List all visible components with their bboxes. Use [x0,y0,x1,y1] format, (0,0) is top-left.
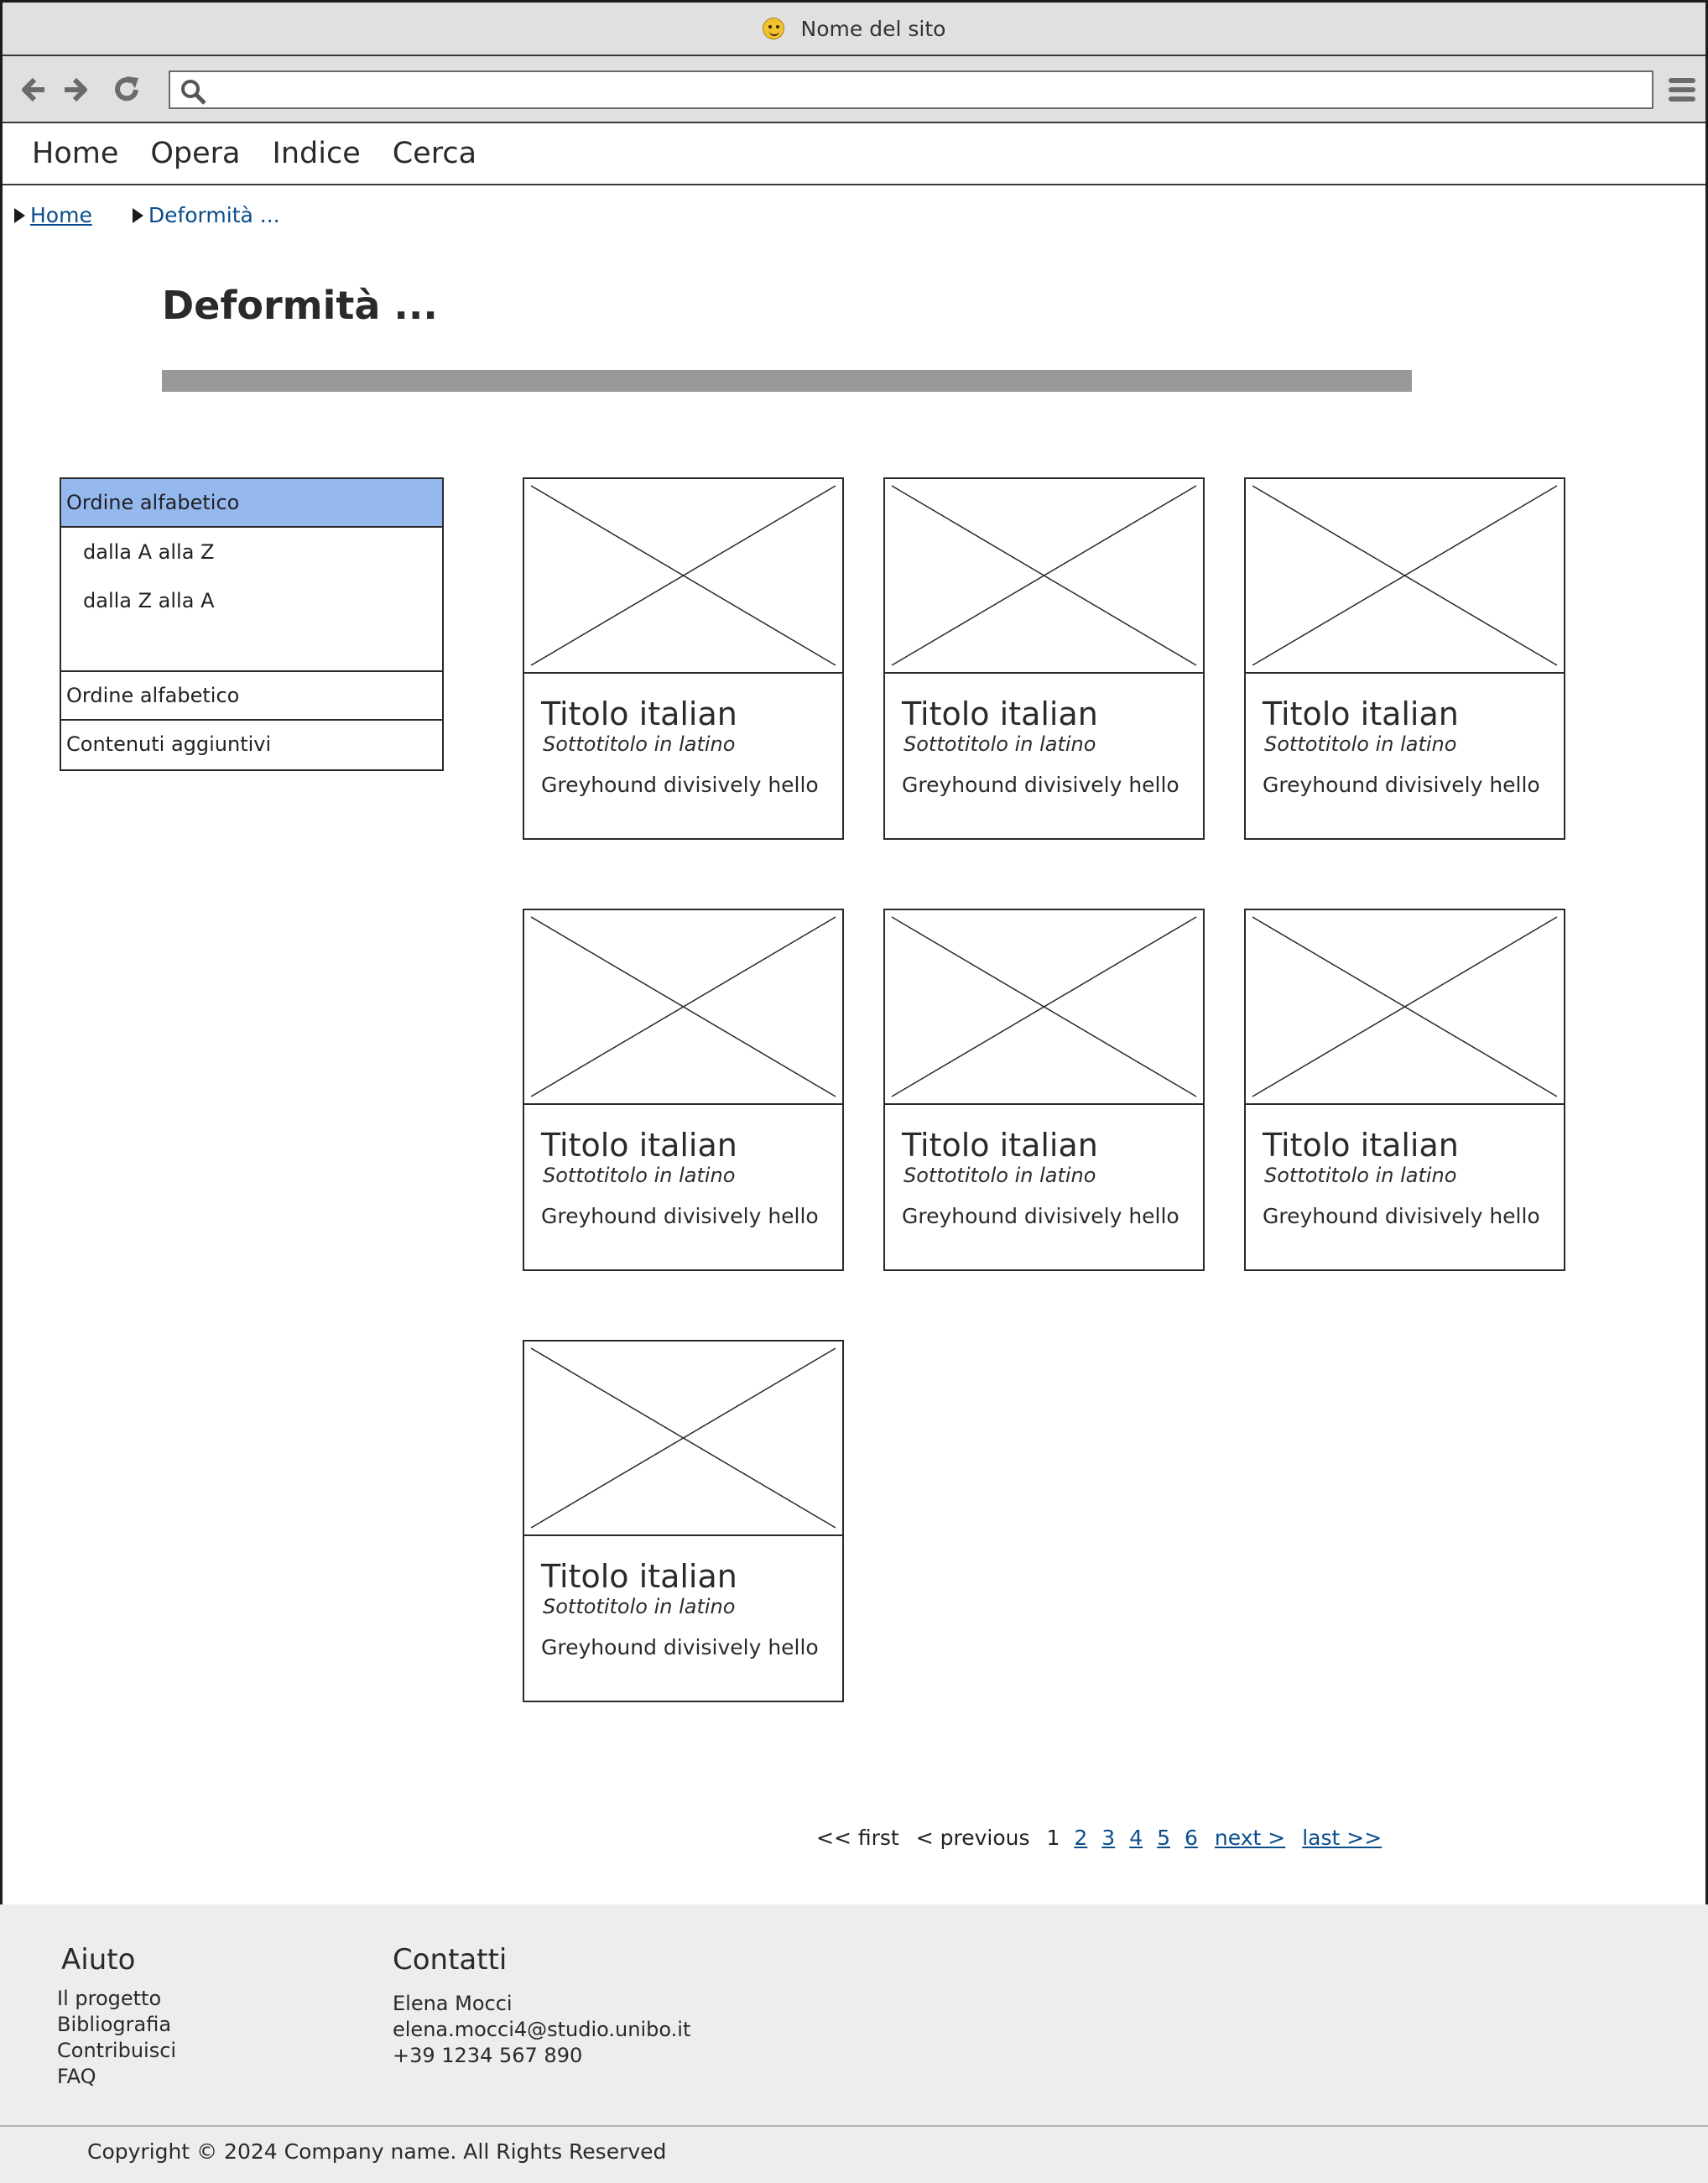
footer-link-faq[interactable]: FAQ [57,2065,96,2088]
contact-name: Elena Mocci [393,1992,513,2015]
nav-item-indice[interactable]: Indice [273,137,361,170]
card-title: Titolo italian [902,1127,1098,1164]
smiley-icon [762,18,784,39]
arrow-left-icon[interactable] [16,73,49,107]
nav-item-cerca[interactable]: Cerca [393,137,476,170]
result-card[interactable]: Titolo italian Sottotitolo in latino Greyh… [883,909,1205,1271]
address-bar[interactable] [169,70,1653,109]
card-text: Greyhound divisively hello [541,773,819,797]
card-text: Greyhound divisively hello [541,1635,819,1659]
sort-a-to-z-option[interactable]: dalla A alla Z [61,534,442,583]
footer-link-project[interactable]: Il progetto [57,1987,161,2010]
result-card[interactable]: Titolo italian Sottotitolo in latino Greyh… [1244,477,1565,840]
image-placeholder [1246,479,1564,674]
card-text: Greyhound divisively hello [902,773,1179,797]
pagination-last[interactable]: last >> [1302,1826,1382,1850]
breadcrumb-current[interactable]: Deformità ... [148,203,280,227]
card-subtitle: Sottotitolo in latino [543,1595,736,1618]
accordion-header-extra-content[interactable]: Contenuti aggiuntivi [61,721,442,769]
hamburger-menu-icon[interactable] [1667,73,1697,107]
card-title: Titolo italian [902,696,1098,732]
image-placeholder [885,910,1203,1105]
card-text: Greyhound divisively hello [902,1204,1179,1228]
browser-window: Nome del sito Home Opera Indice Cerca Ho… [0,0,1708,2183]
card-title: Titolo italian [541,1558,737,1595]
image-placeholder [524,479,842,674]
card-title: Titolo italian [541,696,737,732]
breadcrumb-home-link[interactable]: Home [30,203,92,227]
copyright: Copyright © 2024 Company name. All Right… [87,2139,667,2164]
result-card[interactable]: Titolo italian Sottotitolo in latino Greyh… [523,909,844,1271]
card-subtitle: Sottotitolo in latino [543,1164,736,1187]
result-card[interactable]: Titolo italian Sottotitolo in latino Greyh… [1244,909,1565,1271]
footer-link-bibliography[interactable]: Bibliografia [57,2013,171,2036]
title-divider [162,370,1412,392]
footer-help-heading: Aiuto [61,1943,136,1977]
card-subtitle: Sottotitolo in latino [1264,1164,1457,1187]
pagination-current-page: 1 [1046,1826,1060,1850]
image-placeholder [524,1342,842,1536]
window-title: Nome del sito [800,16,946,41]
image-placeholder [1246,910,1564,1105]
accordion-header-alphabetical[interactable]: Ordine alfabetico [61,479,442,528]
browser-toolbar [3,56,1705,123]
card-title: Titolo italian [1263,1127,1459,1164]
breadcrumb-arrow-icon [132,207,143,223]
breadcrumb-arrow-icon [14,207,25,223]
card-subtitle: Sottotitolo in latino [903,732,1096,756]
footer-link-contribute[interactable]: Contribuisci [57,2039,176,2062]
contact-phone: +39 1234 567 890 [393,2044,583,2067]
image-placeholder [524,910,842,1105]
card-title: Titolo italian [541,1127,737,1164]
page-title: Deformità ... [162,283,438,328]
pagination-first[interactable]: << first [816,1826,899,1850]
title-bar: Nome del sito [3,3,1705,56]
result-card[interactable]: Titolo italian Sottotitolo in latino Greyh… [523,1340,844,1702]
card-subtitle: Sottotitolo in latino [1264,732,1457,756]
reload-icon[interactable] [110,73,143,107]
nav-item-opera[interactable]: Opera [150,137,240,170]
search-icon [181,80,206,105]
nav-item-home[interactable]: Home [32,137,118,170]
pagination-page[interactable]: 6 [1185,1826,1198,1850]
accordion-header-alphabetical-2[interactable]: Ordine alfabetico [61,672,442,721]
card-subtitle: Sottotitolo in latino [903,1164,1096,1187]
result-card[interactable]: Titolo italian Sottotitolo in latino Greyh… [523,477,844,840]
footer: Aiuto Il progetto Bibliografia Contribui… [0,1904,1708,2183]
card-text: Greyhound divisively hello [541,1204,819,1228]
pagination-next[interactable]: next > [1215,1826,1285,1850]
footer-contacts-heading: Contatti [393,1943,508,1977]
pagination-page[interactable]: 2 [1074,1826,1087,1850]
card-subtitle: Sottotitolo in latino [543,732,736,756]
main-nav: Home Opera Indice Cerca [3,123,1705,185]
contact-email[interactable]: elena.mocci4@studio.unibo.it [393,2018,690,2041]
result-card[interactable]: Titolo italian Sottotitolo in latino Greyh… [883,477,1205,840]
pagination: << first < previous 1 2 3 4 5 6 next > l… [816,1826,1398,1850]
image-placeholder [885,479,1203,674]
pagination-page[interactable]: 3 [1101,1826,1115,1850]
pagination-previous[interactable]: < previous [916,1826,1030,1850]
card-text: Greyhound divisively hello [1263,1204,1540,1228]
card-text: Greyhound divisively hello [1263,773,1540,797]
pagination-page[interactable]: 4 [1129,1826,1143,1850]
breadcrumb: Home Deformità ... [14,203,320,227]
pagination-page[interactable]: 5 [1157,1826,1170,1850]
sort-z-to-a-option[interactable]: dalla Z alla A [61,583,442,632]
sort-accordion: Ordine alfabetico dalla A alla Z dalla Z… [60,477,444,771]
footer-divider [0,2125,1708,2127]
card-title: Titolo italian [1263,696,1459,732]
accordion-panel: dalla A alla Z dalla Z alla A [61,528,442,672]
arrow-right-icon[interactable] [60,73,93,107]
